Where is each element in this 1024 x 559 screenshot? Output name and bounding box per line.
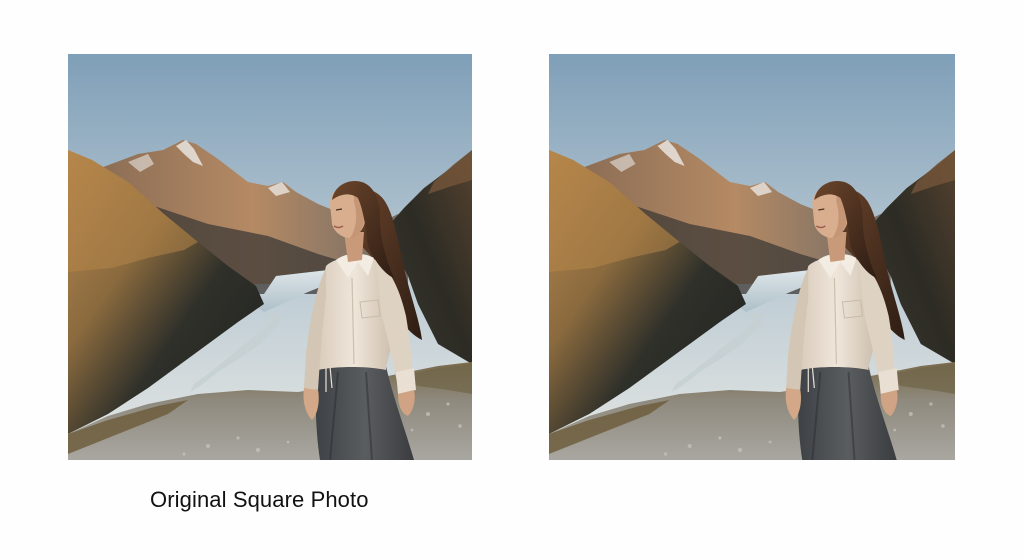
mountain-portrait-image xyxy=(68,54,472,460)
mountain-portrait-image-copy xyxy=(549,54,955,460)
original-photo xyxy=(68,54,472,460)
copy-photo xyxy=(549,54,955,460)
photo-caption: Original Square Photo xyxy=(150,487,369,512)
